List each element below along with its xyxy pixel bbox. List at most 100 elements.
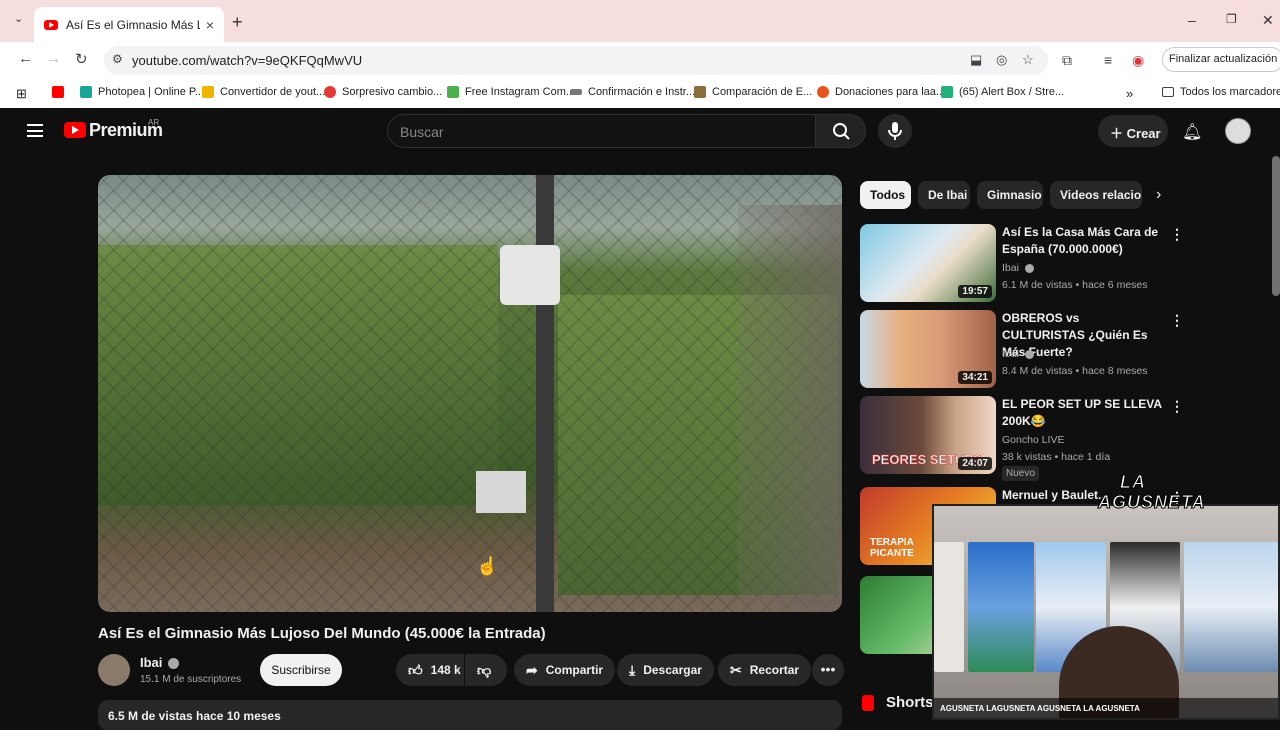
- bookmark-item[interactable]: Sorpresivo cambio...: [324, 86, 442, 98]
- new-badge: Nuevo: [1002, 466, 1039, 481]
- rec-channel: Ibai: [1002, 262, 1034, 274]
- close-tab-icon[interactable]: ×: [206, 17, 214, 33]
- bookmark-favicon-icon: [52, 86, 64, 98]
- profile-icon[interactable]: ◉: [1132, 52, 1144, 69]
- shorts-icon: [862, 695, 874, 712]
- recommendation-item[interactable]: 34:21 OBREROS vs CULTURISTAS ¿Quién Es M…: [860, 310, 1184, 392]
- link-icon: [570, 89, 582, 95]
- streamer-watermark: LA AGUSNETA: [1098, 472, 1206, 513]
- create-button[interactable]: ＋ Crear: [1098, 115, 1168, 147]
- bookmark-favicon-icon: [447, 86, 459, 98]
- video-player[interactable]: [98, 175, 842, 612]
- eye-slash-icon[interactable]: ◎: [996, 52, 1007, 68]
- subscriber-count: 15.1 M de suscriptores: [140, 674, 242, 685]
- browser-chrome: ⌄ Así Es el Gimnasio Más Lujoso D × + – …: [0, 0, 1280, 108]
- bookmark-item[interactable]: (65) Alert Box / Stre...: [941, 86, 1064, 98]
- video-thumbnail[interactable]: 34:21: [860, 310, 996, 388]
- update-button[interactable]: Finalizar actualización: [1162, 47, 1280, 72]
- bookmark-item[interactable]: Convertidor de yout...: [202, 86, 325, 98]
- minimize-icon[interactable]: –: [1188, 12, 1196, 28]
- channel-avatar[interactable]: [98, 654, 130, 686]
- all-bookmarks-label: Todos los marcadores: [1180, 86, 1280, 98]
- page-scrollbar[interactable]: [1272, 156, 1280, 296]
- search-input[interactable]: Buscar: [387, 114, 816, 148]
- chip-todos[interactable]: Todos: [860, 181, 911, 209]
- subscribe-button[interactable]: Suscribirse: [260, 654, 342, 686]
- address-bar[interactable]: ⚙ youtube.com/watch?v=9eQKFQqMwVU ⬓ ◎ ☆: [104, 46, 1048, 75]
- close-window-icon[interactable]: ✕: [1262, 12, 1274, 29]
- search-button[interactable]: [815, 114, 866, 148]
- verified-icon: [168, 658, 180, 670]
- youtube-favicon-icon: [44, 19, 58, 30]
- thumbnail-text: TERAPIA PICANTE: [870, 537, 914, 559]
- bookmark-item[interactable]: Photopea | Online P...: [80, 86, 204, 98]
- webcam-overlay: AGUSNETA LAGUSNETA AGUSNETA LA AGUSNETA: [932, 504, 1280, 720]
- recommendation-item[interactable]: 19:57 Así Es la Casa Más Cara de España …: [860, 224, 1184, 306]
- star-icon[interactable]: ☆: [1022, 52, 1034, 68]
- browser-tab[interactable]: Así Es el Gimnasio Más Lujoso D ×: [34, 7, 224, 42]
- plus-icon: ＋: [1110, 126, 1127, 141]
- extensions-icon[interactable]: ⧉: [1062, 52, 1072, 69]
- all-bookmarks-button[interactable]: Todos los marcadores: [1162, 86, 1280, 98]
- more-actions-icon[interactable]: •••: [812, 654, 844, 686]
- chip-videos-relacionados[interactable]: Videos relacionados: [1050, 181, 1142, 209]
- media-icon[interactable]: ≡: [1104, 52, 1112, 68]
- bookmark-item[interactable]: Free Instagram Com...: [447, 86, 575, 98]
- rec-channel: Ibai: [1002, 348, 1034, 360]
- tab-title: Así Es el Gimnasio Más Lujoso D: [66, 17, 200, 32]
- chevron-right-icon[interactable]: ›: [1156, 186, 1161, 204]
- video-thumbnail[interactable]: 19:57: [860, 224, 996, 302]
- clip-button[interactable]: ✂ Recortar: [718, 654, 812, 686]
- rec-channel-name: Ibai: [1002, 262, 1019, 274]
- voice-search-button[interactable]: [878, 114, 912, 148]
- share-button[interactable]: ➦ Compartir: [514, 654, 616, 686]
- back-icon[interactable]: ←: [18, 50, 33, 67]
- user-avatar[interactable]: [1225, 118, 1251, 144]
- bookmark-label: Donaciones para laa...: [835, 86, 946, 98]
- new-tab-icon[interactable]: +: [232, 12, 243, 33]
- rec-channel: Goncho LIVE: [1002, 434, 1065, 446]
- verified-icon: [1024, 349, 1034, 359]
- bookmark-item[interactable]: Donaciones para laa...: [817, 86, 945, 98]
- description-box[interactable]: 6.5 M de vistas hace 10 meses: [98, 700, 842, 730]
- bookmark-item[interactable]: [52, 86, 70, 98]
- tab-search-icon[interactable]: ⌄: [14, 12, 23, 25]
- more-bookmarks-icon[interactable]: »: [1126, 86, 1133, 101]
- scissors-icon: ✂: [730, 661, 742, 678]
- like-button[interactable]: 👍︎ 148 k: [396, 654, 464, 686]
- share-icon: ➦: [526, 661, 538, 678]
- more-vert-icon[interactable]: ⋮: [1170, 226, 1184, 243]
- channel-name[interactable]: Ibai: [140, 655, 180, 670]
- mic-icon: [888, 122, 902, 140]
- bookmark-label: Convertidor de yout...: [220, 86, 326, 98]
- install-icon[interactable]: ⬓: [970, 52, 982, 68]
- bookmark-item[interactable]: Confirmación e Instr...: [570, 86, 695, 98]
- notifications-bell-icon[interactable]: 🔔︎: [1182, 122, 1202, 142]
- search-icon: [833, 123, 850, 140]
- video-thumbnail[interactable]: PEORES SETUPS 24:07: [860, 396, 996, 474]
- site-info-icon[interactable]: ⚙: [112, 52, 123, 66]
- apps-icon[interactable]: ⊞: [16, 86, 27, 102]
- video-frame-pole: [536, 175, 554, 612]
- mouse-cursor-icon: ☝: [476, 556, 499, 576]
- bookmark-favicon-icon: [941, 86, 953, 98]
- bookmark-favicon-icon: [324, 86, 336, 98]
- forward-icon[interactable]: →: [46, 50, 61, 67]
- menu-icon[interactable]: [27, 124, 43, 137]
- youtube-logo-icon[interactable]: [64, 122, 86, 138]
- more-vert-icon[interactable]: ⋮: [1170, 312, 1184, 329]
- bookmark-favicon-icon: [817, 86, 829, 98]
- bookmark-label: Photopea | Online P...: [98, 86, 205, 98]
- bookmark-label: Sorpresivo cambio...: [342, 86, 443, 98]
- download-button[interactable]: ⤓ Descargar: [617, 654, 714, 686]
- reload-icon[interactable]: ↻: [75, 50, 88, 68]
- dislike-button[interactable]: 👎︎: [465, 654, 507, 686]
- bookmark-favicon-icon: [80, 86, 92, 98]
- more-vert-icon[interactable]: ⋮: [1170, 398, 1184, 415]
- chip-gimnasio[interactable]: Gimnasio: [977, 181, 1043, 209]
- tab-bar: ⌄ Así Es el Gimnasio Más Lujoso D × + – …: [0, 0, 1280, 42]
- restore-icon[interactable]: ❐: [1226, 12, 1237, 26]
- chip-de-ibai[interactable]: De Ibai: [918, 181, 970, 209]
- rec-title: EL PEOR SET UP SE LLEVA 200K😂: [1002, 397, 1162, 428]
- bookmark-item[interactable]: Comparación de E...: [694, 86, 812, 98]
